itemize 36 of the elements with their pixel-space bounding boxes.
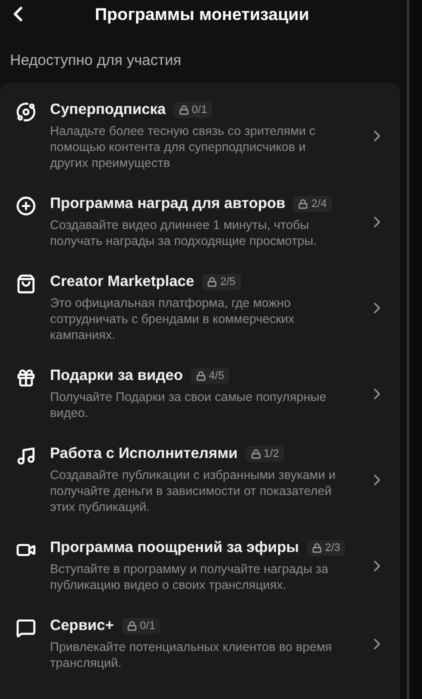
program-item[interactable]: Работа с Исполнителями 1/2 Создавайте публикации с избранными звуками и получайте деньги в зависимости от показателей этих публикаций. [0, 433, 400, 527]
progress-badge: 4/5 [190, 368, 230, 384]
program-title: Суперподписка [50, 101, 166, 118]
section-title: Недоступно для участия [9, 51, 182, 71]
page-title: Программы монетизации [94, 5, 310, 25]
chat-icon [16, 618, 36, 638]
progress-badge: 2/3 [306, 540, 346, 556]
program-description: Привлекайте потенциальных клиентов во время трансляций. [50, 639, 333, 671]
program-description: Это официальная платформа, где можно сотрудничать с брендами в коммерческих кампаниях. [50, 295, 296, 343]
program-title: Программа поощрений за эфиры [50, 539, 299, 556]
program-item[interactable]: Подарки за видео 4/5 Получайте Подарки за свои самые популярные видео. [0, 355, 400, 433]
progress-badge: 0/1 [174, 102, 212, 118]
program-item[interactable]: Программа наград для авторов 2/4 Создавайте видео длиннее 1 минуты, чтобы получать награды за подходящие просмотры. [0, 183, 400, 261]
program-description: Наладьте более тесную связь со зрителями с помощью контента для суперподписчиков и других преимуществ [50, 123, 317, 171]
program-title: Creator Marketplace [50, 273, 194, 290]
music-icon [16, 446, 36, 466]
program-title: Работа с Исполнителями [50, 445, 238, 462]
program-title: Подарки за видео [50, 367, 183, 384]
progress-badge: 1/2 [246, 446, 284, 462]
program-description: Вступайте в программу и получайте награды за публикацию видео о своих трансляциях. [50, 561, 330, 593]
shopping-bag-icon [16, 274, 36, 294]
plus-circle-icon [16, 196, 36, 216]
program-title: Программа наград для авторов [50, 195, 286, 212]
program-item[interactable]: Программа поощрений за эфиры 2/3 Вступайте в программу и получайте награды за публикацию видео о своих трансляциях. [0, 527, 400, 605]
program-description: Создавайте видео длиннее 1 минуты, чтобы получать награды за подходящие просмотры. [50, 217, 318, 249]
progress-badge: 2/5 [202, 274, 241, 290]
program-description: Получайте Подарки за свои самые популярные видео. [50, 389, 328, 421]
program-item[interactable]: Creator Marketplace 2/5 Это официальная платформа, где можно сотрудничать с брендами в коммерческих кампаниях. [0, 261, 400, 355]
program-description: Создавайте публикации с избранными звуками и получайте деньги в зависимости от показателей этих публикаций. [50, 467, 337, 515]
program-title: Сервис+ [50, 617, 114, 634]
planet-icon [16, 102, 36, 122]
progress-badge: 0/1 [122, 618, 160, 634]
gift-icon [16, 368, 36, 388]
program-item[interactable]: Суперподписка 0/1 Наладьте более тесную связь со зрителями с помощью контента для суперподписчиков и других преимуществ [0, 89, 400, 183]
program-item[interactable]: Сервис+ 0/1 Привлекайте потенциальных клиентов во время трансляций. [0, 605, 400, 683]
progress-badge: 2/4 [293, 196, 332, 212]
